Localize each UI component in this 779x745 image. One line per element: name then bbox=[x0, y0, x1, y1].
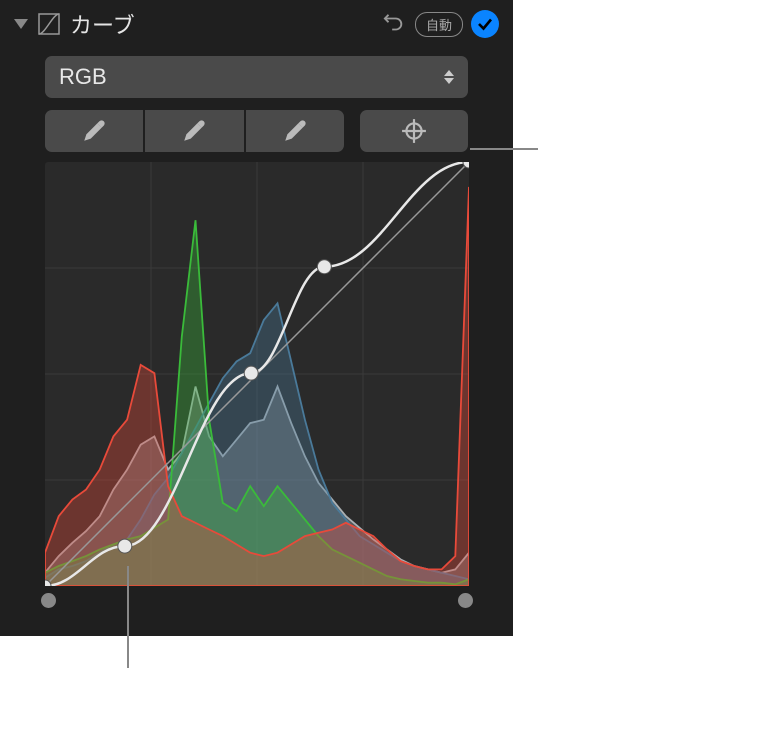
curves-graph[interactable] bbox=[45, 162, 469, 586]
curve-point[interactable] bbox=[317, 260, 331, 274]
disclosure-triangle[interactable] bbox=[14, 19, 28, 29]
curves-svg[interactable] bbox=[45, 162, 469, 586]
curve-point[interactable] bbox=[118, 539, 132, 553]
callout-line bbox=[127, 566, 129, 668]
curves-panel: カーブ 自動 RGB bbox=[0, 0, 513, 636]
enabled-checkmark[interactable] bbox=[471, 10, 499, 38]
white-point-eyedropper[interactable] bbox=[246, 110, 344, 152]
undo-icon[interactable] bbox=[381, 11, 407, 37]
black-point-slider[interactable] bbox=[41, 593, 56, 608]
curves-icon bbox=[36, 11, 62, 37]
black-point-eyedropper[interactable] bbox=[45, 110, 143, 152]
panel-body: RGB bbox=[0, 46, 513, 586]
white-point-slider[interactable] bbox=[458, 593, 473, 608]
auto-button[interactable]: 自動 bbox=[415, 12, 463, 37]
panel-title: カーブ bbox=[70, 8, 373, 40]
eyedropper-toolbar bbox=[45, 110, 468, 152]
gray-point-eyedropper[interactable] bbox=[145, 110, 243, 152]
stepper-arrows-icon bbox=[444, 70, 454, 84]
callout-line bbox=[470, 148, 538, 150]
add-point-button[interactable] bbox=[360, 110, 468, 152]
channel-select-value: RGB bbox=[59, 64, 107, 90]
panel-header: カーブ 自動 bbox=[0, 0, 513, 46]
channel-select[interactable]: RGB bbox=[45, 56, 468, 98]
curve-point[interactable] bbox=[244, 366, 258, 380]
